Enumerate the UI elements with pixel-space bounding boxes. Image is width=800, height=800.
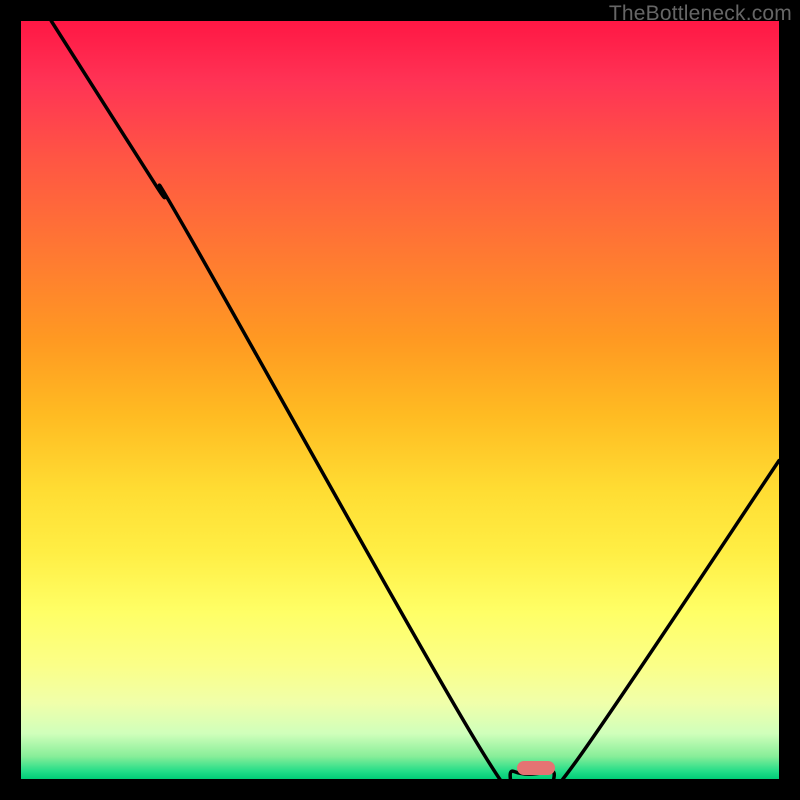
- optimal-marker: [517, 761, 555, 775]
- curve-path: [51, 21, 779, 779]
- bottleneck-curve: [21, 21, 779, 779]
- watermark-text: TheBottleneck.com: [609, 2, 792, 26]
